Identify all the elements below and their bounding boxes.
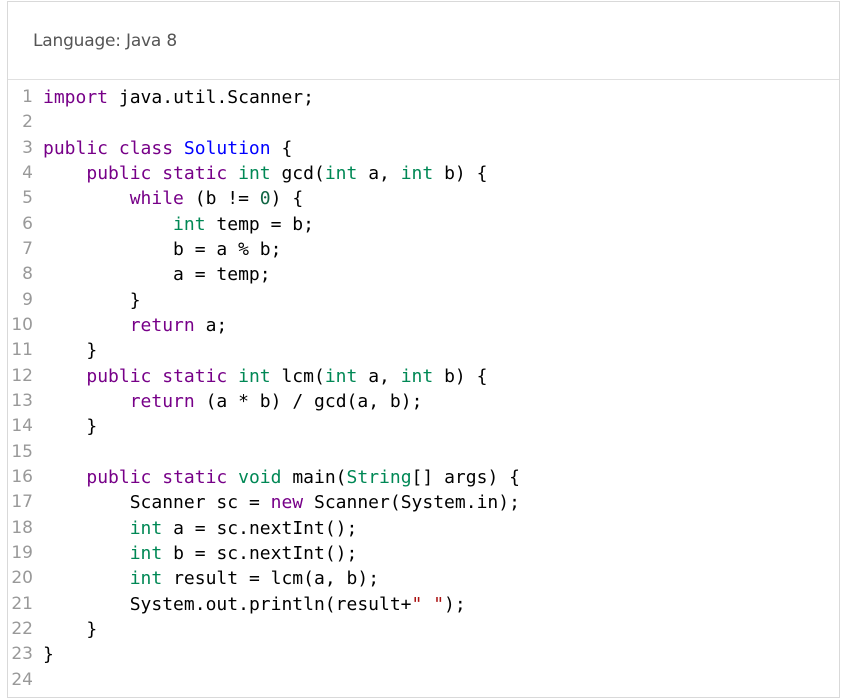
code-line[interactable]: 12 public static int lcm(int a, int b) { bbox=[0, 364, 841, 389]
line-number: 4 bbox=[22, 162, 33, 183]
line-code[interactable]: int a = sc.nextInt(); bbox=[43, 516, 358, 541]
line-number: 10 bbox=[11, 314, 33, 335]
line-number: 22 bbox=[11, 618, 33, 639]
code-line[interactable]: 3 public class Solution { bbox=[0, 136, 841, 161]
line-code[interactable]: System.out.println(result+" "); bbox=[43, 592, 466, 617]
code-line[interactable]: 7 b = a % b; bbox=[0, 237, 841, 262]
line-number: 18 bbox=[11, 517, 33, 538]
code-line[interactable]: 18 int a = sc.nextInt(); bbox=[0, 516, 841, 541]
code-line[interactable]: 20 int result = lcm(a, b); bbox=[0, 566, 841, 591]
line-code[interactable]: while (b != 0) { bbox=[43, 186, 303, 211]
code-line[interactable]: 9 } bbox=[0, 288, 841, 313]
line-number: 7 bbox=[22, 238, 33, 259]
line-number: 9 bbox=[22, 289, 33, 310]
line-number: 20 bbox=[11, 568, 33, 589]
line-number: 11 bbox=[11, 340, 33, 361]
line-code[interactable]: public static void main(String[] args) { bbox=[43, 465, 520, 490]
code-line[interactable]: 19 int b = sc.nextInt(); bbox=[0, 541, 841, 566]
line-code[interactable]: public class Solution { bbox=[43, 136, 292, 161]
code-line[interactable]: 6 int temp = b; bbox=[0, 212, 841, 237]
line-number: 21 bbox=[11, 593, 33, 614]
code-line[interactable]: 8 a = temp; bbox=[0, 262, 841, 287]
line-code[interactable]: } bbox=[43, 414, 97, 439]
line-code[interactable]: } bbox=[43, 288, 141, 313]
line-code[interactable]: import java.util.Scanner; bbox=[43, 85, 314, 110]
line-code[interactable]: public static int gcd(int a, int b) { bbox=[43, 161, 487, 186]
line-code[interactable]: Scanner sc = new Scanner(System.in); bbox=[43, 490, 520, 515]
line-number: 13 bbox=[11, 390, 33, 411]
line-code[interactable]: public static int lcm(int a, int b) { bbox=[43, 364, 487, 389]
code-line[interactable]: 14 } bbox=[0, 414, 841, 439]
line-code[interactable]: } bbox=[43, 642, 54, 667]
line-number: 8 bbox=[22, 264, 33, 285]
line-number: 17 bbox=[11, 492, 33, 513]
line-number: 1 bbox=[22, 87, 33, 107]
panel-header: Language: Java 8 bbox=[8, 2, 839, 80]
code-line[interactable]: 17 Scanner sc = new Scanner(System.in); bbox=[0, 490, 841, 515]
code-line[interactable]: 4 public static int gcd(int a, int b) { bbox=[0, 161, 841, 186]
code-line[interactable]: 15 bbox=[0, 440, 841, 465]
line-code[interactable]: int result = lcm(a, b); bbox=[43, 566, 379, 591]
code-line[interactable]: 21 System.out.println(result+" "); bbox=[0, 592, 841, 617]
line-number: 2 bbox=[22, 112, 33, 133]
line-code[interactable]: } bbox=[43, 617, 97, 642]
line-number: 14 bbox=[11, 416, 33, 437]
line-number: 16 bbox=[11, 466, 33, 487]
line-code[interactable]: return a; bbox=[43, 313, 228, 338]
code-line[interactable]: 23} bbox=[0, 642, 841, 667]
line-code[interactable]: int b = sc.nextInt(); bbox=[43, 541, 358, 566]
code-line[interactable]: 16 public static void main(String[] args… bbox=[0, 465, 841, 490]
line-number: 3 bbox=[22, 137, 33, 158]
line-number: 12 bbox=[11, 365, 33, 386]
line-number: 19 bbox=[11, 542, 33, 563]
code-line[interactable]: 2 bbox=[0, 110, 841, 135]
line-number: 6 bbox=[22, 213, 33, 234]
line-number: 15 bbox=[11, 441, 33, 462]
code-line[interactable]: 22 } bbox=[0, 617, 841, 642]
code-editor[interactable]: 1 import java.util.Scanner; 2 3 public class… bbox=[0, 85, 841, 693]
line-code[interactable]: } bbox=[43, 338, 97, 363]
line-code[interactable]: b = a % b; bbox=[43, 237, 281, 262]
code-line[interactable]: 5 while (b != 0) { bbox=[0, 186, 841, 211]
code-line[interactable]: 11 } bbox=[0, 338, 841, 363]
language-label: Language: Java 8 bbox=[33, 31, 177, 51]
code-line[interactable]: 1 import java.util.Scanner; bbox=[0, 85, 841, 110]
line-number: 5 bbox=[22, 188, 33, 209]
line-code[interactable]: int temp = b; bbox=[43, 212, 314, 237]
code-line[interactable]: 13 return (a * b) / gcd(a, b); bbox=[0, 389, 841, 414]
line-code[interactable]: return (a * b) / gcd(a, b); bbox=[43, 389, 423, 414]
code-line[interactable]: 24 bbox=[0, 668, 841, 693]
code-line[interactable]: 10 return a; bbox=[0, 313, 841, 338]
line-code[interactable]: a = temp; bbox=[43, 262, 271, 287]
line-number: 23 bbox=[11, 644, 33, 665]
line-number: 24 bbox=[11, 669, 33, 690]
